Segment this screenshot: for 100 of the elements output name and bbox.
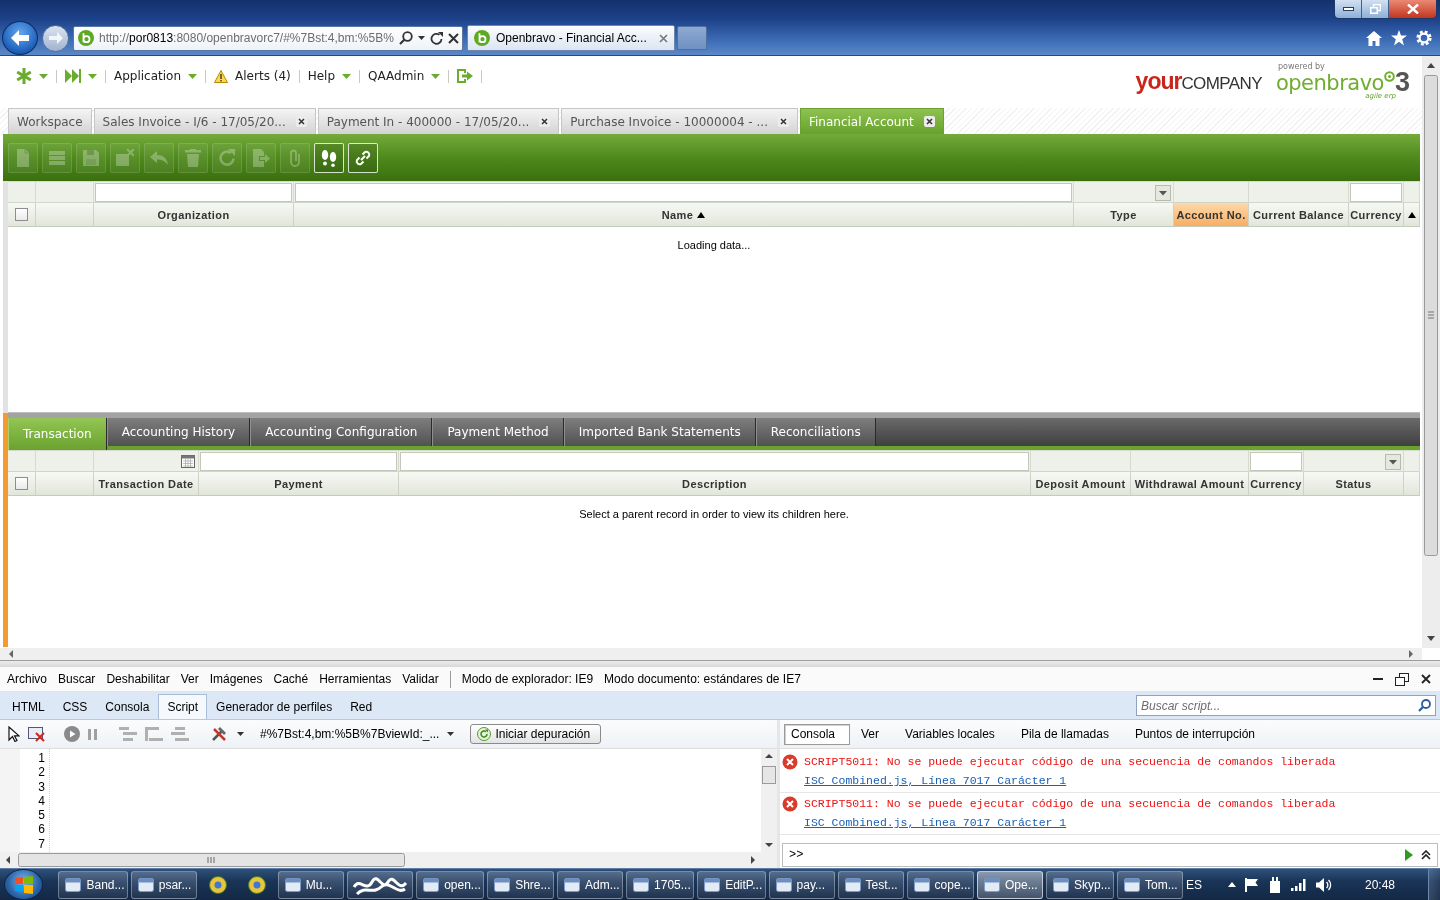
window-tab[interactable]: Payment In - 400000 - 17/05/20... xyxy=(317,108,560,134)
minimize-button[interactable] xyxy=(1335,0,1362,18)
column-header[interactable]: Account No. xyxy=(1174,203,1249,226)
select-all-checkbox[interactable] xyxy=(15,208,28,221)
stop-icon[interactable] xyxy=(447,32,459,44)
menu-item[interactable]: Archivo xyxy=(7,672,47,686)
play-icon[interactable] xyxy=(64,726,80,742)
window-tab[interactable]: Purchase Invoice - 10000004 - ... xyxy=(561,108,798,134)
close-icon[interactable] xyxy=(923,116,935,127)
window-tab[interactable]: Workspace xyxy=(8,108,92,134)
mode-menu-item[interactable]: Modo de explorador: IE9 xyxy=(461,672,594,686)
menu-item[interactable]: Imágenes xyxy=(209,672,263,686)
expand-icon[interactable] xyxy=(1421,850,1431,860)
taskbar-button[interactable]: cope... xyxy=(906,870,974,899)
filter-input[interactable] xyxy=(295,183,1072,202)
console-tab[interactable]: Pila de llamadas xyxy=(1013,723,1124,745)
taskbar-button[interactable]: psar... xyxy=(130,870,197,899)
filter-input[interactable] xyxy=(1250,452,1302,471)
settings-icon[interactable] xyxy=(1416,30,1432,46)
vertical-scrollbar[interactable] xyxy=(1422,56,1440,648)
taskbar-button[interactable]: Band... xyxy=(58,870,128,899)
taskbar-button[interactable]: Test... xyxy=(837,870,904,899)
power-icon[interactable] xyxy=(1268,876,1282,893)
address-bar[interactable]: http://por0813:8080/openbravorc7/#%7Bst:4,bm:%5B% xyxy=(73,25,463,51)
browser-tab[interactable]: Openbravo - Financial Acc... xyxy=(467,25,675,51)
column-header[interactable]: Deposit Amount xyxy=(1031,472,1131,495)
column-header[interactable]: Payment xyxy=(199,472,399,495)
menu-button[interactable]: Help xyxy=(299,66,360,86)
menu-item[interactable]: Buscar xyxy=(58,672,96,686)
console-tab[interactable]: Variables locales xyxy=(898,723,1010,745)
audit-trail-button[interactable] xyxy=(314,142,344,173)
devtools-tab[interactable]: CSS xyxy=(53,694,97,719)
horizontal-scrollbar[interactable] xyxy=(0,852,777,868)
close-icon[interactable] xyxy=(295,116,307,127)
language-indicator[interactable]: ES xyxy=(1185,877,1202,892)
column-header[interactable]: Currency xyxy=(1349,203,1404,226)
subtab[interactable]: Accounting History xyxy=(106,418,251,446)
menu-button[interactable]: QAAdmin xyxy=(360,66,449,86)
subtab[interactable]: Accounting Configuration xyxy=(250,418,433,446)
column-header[interactable]: Transaction Date xyxy=(94,472,199,495)
close-button[interactable] xyxy=(1389,0,1436,18)
search-icon[interactable] xyxy=(1418,699,1431,712)
vertical-scrollbar[interactable] xyxy=(761,749,777,852)
taskbar-button[interactable]: Skyp... xyxy=(1045,870,1114,899)
clock[interactable]: 20:48 xyxy=(1365,877,1395,892)
window-tab[interactable]: Sales Invoice - I/6 - 17/05/20... xyxy=(93,108,316,134)
clear-breakpoints-icon[interactable] xyxy=(28,726,46,742)
devtools-tab[interactable]: Script xyxy=(158,694,208,719)
menu-item[interactable]: Herramientas xyxy=(319,672,392,686)
scroll-up-icon[interactable] xyxy=(1407,211,1416,218)
menu-item[interactable]: Deshabilitar xyxy=(106,672,170,686)
filter-input[interactable] xyxy=(1350,183,1402,202)
column-header[interactable]: Current Balance xyxy=(1249,203,1349,226)
filter-input[interactable] xyxy=(200,452,397,471)
subtab[interactable]: Reconciliations xyxy=(755,418,876,446)
start-button[interactable] xyxy=(4,869,44,900)
undock-icon[interactable] xyxy=(1395,672,1409,686)
taskbar-button[interactable]: Tom... xyxy=(1116,870,1183,899)
signal-bars-icon[interactable] xyxy=(1291,878,1307,891)
mode-menu-item[interactable]: Modo documento: estándares de IE7 xyxy=(604,672,801,686)
taskbar-button[interactable]: EditP... xyxy=(697,870,766,899)
new-tab-button[interactable] xyxy=(676,26,707,50)
caret-icon[interactable] xyxy=(237,732,244,736)
pause-icon[interactable] xyxy=(88,728,97,740)
console-tab[interactable]: Ver xyxy=(854,723,895,745)
column-header[interactable]: Status xyxy=(1304,472,1404,495)
subtab[interactable]: Imported Bank Statements xyxy=(563,418,756,446)
favorites-star-icon[interactable] xyxy=(1391,30,1407,46)
horizontal-scrollbar[interactable] xyxy=(0,648,1422,660)
close-icon[interactable] xyxy=(539,116,551,127)
devtools-tab[interactable]: Consola xyxy=(96,694,159,719)
calendar-icon[interactable] xyxy=(181,455,195,468)
column-header[interactable]: Organization xyxy=(94,203,294,226)
menu-button[interactable]: Application xyxy=(106,66,206,86)
tray-expand-icon[interactable] xyxy=(1228,882,1236,887)
taskbar-button[interactable]: 1705... xyxy=(626,870,695,899)
alerts-button[interactable]: Alerts (4) xyxy=(206,66,299,86)
menu-item[interactable]: Ver xyxy=(180,672,199,686)
tools-icon[interactable] xyxy=(211,726,229,742)
column-header[interactable]: Currency xyxy=(1249,472,1304,495)
menu-item[interactable]: Validar xyxy=(402,672,439,686)
close-icon[interactable] xyxy=(1421,674,1431,684)
console-tab[interactable]: Consola xyxy=(784,723,851,745)
taskbar-button[interactable] xyxy=(346,870,414,899)
devtools-tab[interactable]: Red xyxy=(341,694,382,719)
flag-icon[interactable] xyxy=(1245,877,1259,892)
link-button[interactable] xyxy=(348,142,378,173)
speaker-icon[interactable] xyxy=(1316,877,1332,892)
column-header[interactable]: Withdrawal Amount xyxy=(1131,472,1249,495)
filter-input[interactable] xyxy=(95,183,292,202)
pointer-icon[interactable] xyxy=(8,726,20,742)
column-header[interactable]: Description xyxy=(399,472,1031,495)
taskbar-button[interactable]: Mu... xyxy=(277,870,344,899)
home-icon[interactable] xyxy=(1366,30,1382,46)
devtools-tab[interactable]: HTML xyxy=(3,694,54,719)
filter-input[interactable] xyxy=(400,452,1029,471)
source-link[interactable]: ISC Combined.js, Línea 7017 Carácter 1 xyxy=(804,813,1067,832)
back-button[interactable] xyxy=(2,21,38,55)
caret-icon[interactable] xyxy=(447,732,455,736)
search-field[interactable]: Buscar script... xyxy=(1136,695,1436,716)
